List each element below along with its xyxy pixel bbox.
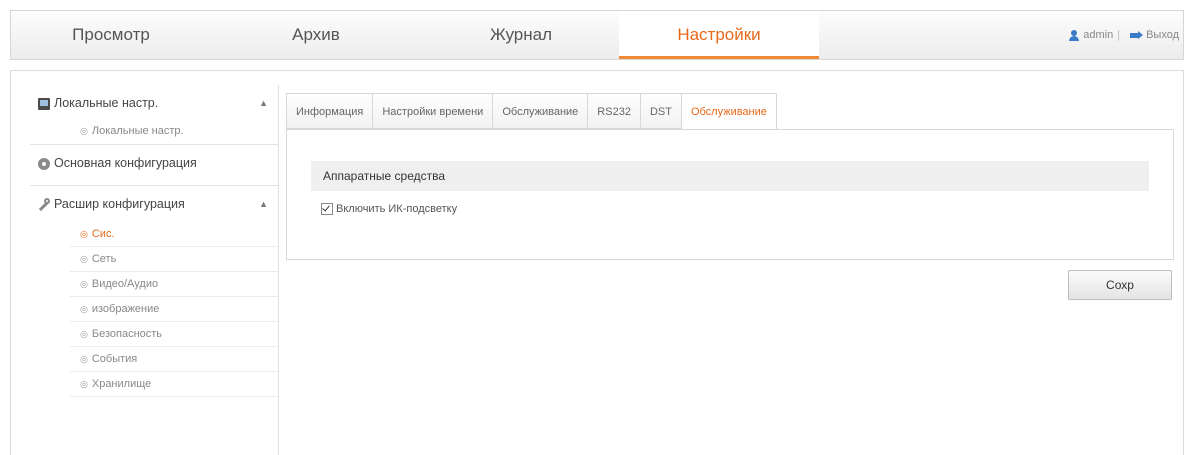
tab-time-settings[interactable]: Настройки времени: [372, 93, 493, 129]
sidebar-section-basic[interactable]: Основная конфигурация: [22, 145, 278, 185]
user-icon: [1069, 29, 1080, 41]
bullet-icon: ◎: [80, 229, 88, 239]
sidebar-item-label: Сеть: [91, 253, 117, 265]
nav-journal[interactable]: Журнал: [421, 11, 621, 59]
bullet-icon: ◎: [80, 304, 88, 314]
wrench-icon: [38, 198, 50, 211]
gear-icon: [38, 158, 50, 170]
settings-tabs: Информация Настройки времени Обслуживани…: [286, 93, 777, 130]
user-area: admin | Выход: [1069, 11, 1179, 59]
content-panel: Аппаратные средства Включить ИК-подсветк…: [286, 129, 1174, 260]
sidebar-item-label: Безопасность: [91, 328, 163, 340]
save-button[interactable]: Сохр: [1068, 270, 1172, 300]
sidebar-item-label: Локальные настр.: [91, 125, 184, 137]
sidebar: Локальные настр. ▲ ◎ Локальные настр. Осн…: [22, 85, 279, 455]
nav-preview[interactable]: Просмотр: [11, 11, 211, 59]
username[interactable]: admin: [1083, 11, 1113, 59]
logout-icon[interactable]: [1130, 30, 1144, 40]
user-separator: |: [1117, 29, 1121, 42]
nav-archive[interactable]: Архив: [221, 11, 411, 59]
sidebar-item-label: Хранилище: [91, 378, 152, 390]
collapse-icon[interactable]: ▲: [259, 186, 268, 222]
sidebar-item-events[interactable]: ◎ События: [70, 347, 278, 372]
sidebar-item-storage[interactable]: ◎ Хранилище: [70, 372, 278, 397]
bullet-icon: ◎: [80, 379, 88, 389]
sidebar-item-label: Видео/Аудио: [91, 278, 159, 290]
sidebar-item-video-audio[interactable]: ◎ Видео/Аудио: [70, 272, 278, 297]
tab-dst[interactable]: DST: [639, 93, 681, 129]
bullet-icon: ◎: [80, 354, 88, 364]
sidebar-item-label: Сис.: [91, 228, 115, 240]
sidebar-item-label: События: [91, 353, 138, 365]
nav-settings[interactable]: Настройки: [619, 11, 819, 59]
sidebar-item-label: изображение: [91, 303, 160, 315]
monitor-icon: [38, 98, 50, 110]
tab-service[interactable]: Обслуживание: [680, 93, 777, 130]
bullet-icon: ◎: [80, 329, 88, 339]
bullet-icon: ◎: [80, 126, 88, 136]
sidebar-item-security[interactable]: ◎ Безопасность: [70, 322, 278, 347]
tab-information[interactable]: Информация: [286, 93, 373, 129]
sidebar-item-network[interactable]: ◎ Сеть: [70, 247, 278, 272]
sidebar-section-local[interactable]: Локальные настр. ▲: [22, 85, 278, 125]
sidebar-item-image[interactable]: ◎ изображение: [70, 297, 278, 322]
sidebar-section-advanced[interactable]: Расшир конфигурация ▲: [22, 186, 278, 226]
logout-link[interactable]: Выход: [1146, 11, 1179, 59]
section-title: Аппаратные средства: [311, 161, 1149, 191]
ir-checkbox-row: Включить ИК-подсветку: [321, 200, 457, 218]
top-navigation-bar: Просмотр Архив Журнал Настройки admin | Вы…: [10, 10, 1184, 60]
ir-light-checkbox[interactable]: [321, 203, 333, 216]
sidebar-section-label: Расшир конфигурация: [54, 197, 185, 211]
ir-light-label[interactable]: Включить ИК-подсветку: [336, 203, 457, 215]
bullet-icon: ◎: [80, 254, 88, 264]
collapse-icon[interactable]: ▲: [259, 85, 268, 121]
bullet-icon: ◎: [80, 279, 88, 289]
tab-rs232[interactable]: RS232: [587, 93, 640, 129]
sidebar-section-label: Локальные настр.: [54, 96, 159, 110]
sidebar-section-label: Основная конфигурация: [54, 156, 197, 170]
tab-maintenance[interactable]: Обслуживание: [492, 93, 588, 129]
